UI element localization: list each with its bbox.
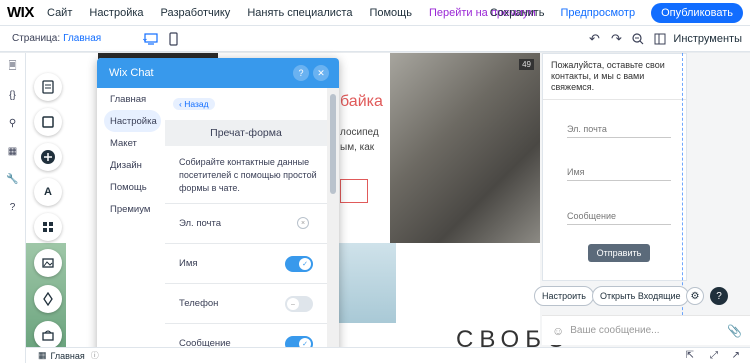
field-label-name: Имя [179, 258, 198, 269]
wix-chat-panel: Wix Chat ? ✕ Главная Настройка Макет Диз… [97, 58, 339, 358]
close-icon[interactable]: ✕ [313, 65, 329, 81]
tools-icon[interactable] [649, 29, 671, 49]
field-label-phone: Телефон [179, 298, 219, 309]
page-selector-value[interactable]: Главная [63, 33, 101, 44]
chat-widget-preview: Пожалуйста, оставьте свои контакты, и мы… [542, 53, 687, 281]
menu-item-premium[interactable]: Премиум [97, 198, 165, 220]
zoom-icon[interactable] [627, 29, 649, 49]
info-icon[interactable]: ⓘ [91, 350, 99, 361]
nav-hire[interactable]: Нанять специалиста [247, 7, 352, 19]
attach-icon[interactable]: 📎 [727, 324, 742, 338]
lock-icon: × [297, 217, 309, 229]
bottom-bar: ▦ Главная ⓘ ⇱ ⤢ ↗ [26, 347, 750, 363]
widget-name-field[interactable]: Имя [567, 167, 671, 181]
redo-icon[interactable]: ↷ [605, 29, 627, 49]
field-label-email: Эл. почта [179, 218, 222, 229]
help-icon[interactable]: ? [0, 193, 25, 221]
section-description: Собирайте контактные данные посетителей … [179, 157, 317, 193]
save-button[interactable]: Сохранить [490, 7, 545, 19]
message-bar: ☺ Ваше сообщение... 📎 [542, 315, 750, 345]
nav-site[interactable]: Сайт [47, 7, 72, 19]
store-icon[interactable] [34, 321, 62, 349]
site-button-outline [340, 179, 368, 203]
field-row-name: Имя ✓ [165, 243, 327, 283]
blog-icon[interactable] [34, 285, 62, 313]
emoji-icon[interactable]: ☺ [552, 324, 564, 338]
toolbar-right: ↶ ↷ Инструменты [583, 26, 750, 52]
message-input[interactable]: Ваше сообщение... [570, 325, 659, 336]
site-paragraph: лосипед ым, как [340, 127, 379, 153]
page-icon: ▦ [38, 350, 47, 360]
photo-badge: 49 [519, 59, 534, 70]
device-switcher [140, 30, 184, 48]
section-title: Пречат-форма [165, 120, 327, 146]
widget-email-field[interactable]: Эл. почта [567, 124, 671, 138]
panel-menu: Главная Настройка Макет Дизайн Помощь Пр… [97, 88, 165, 358]
toggle-phone[interactable]: – [285, 296, 313, 312]
top-actions: Сохранить Предпросмотр Опубликовать [490, 0, 750, 26]
mobile-icon[interactable] [162, 30, 184, 48]
cyclists-photo: 49 [390, 53, 540, 243]
database-icon[interactable]: ▦ [0, 137, 25, 165]
preview-button[interactable]: Предпросмотр [560, 7, 635, 19]
widget-message-field[interactable]: Сообщение [567, 211, 671, 225]
main-nav: Сайт Настройка Разработчику Нанять специ… [47, 7, 553, 19]
add-icon[interactable] [34, 143, 62, 171]
pages-icon[interactable]: 🗏 [0, 53, 25, 81]
check-icon: ✓ [299, 258, 311, 270]
field-row-email: Эл. почта × [165, 203, 327, 243]
app-market-icon[interactable] [34, 213, 62, 241]
nav-help[interactable]: Помощь [369, 7, 412, 19]
code-icon[interactable]: {} [0, 81, 25, 109]
back-button[interactable]: ‹ Назад [173, 98, 215, 110]
add-panel-bar: A [26, 53, 72, 363]
theme-icon[interactable]: A [34, 178, 62, 206]
menu-item-design[interactable]: Дизайн [97, 154, 165, 176]
chat-widget-intro: Пожалуйста, оставьте свои контакты, и мы… [543, 54, 686, 100]
nav-settings[interactable]: Настройка [89, 7, 143, 19]
widget-send-button[interactable]: Отправить [588, 244, 650, 262]
desktop-icon[interactable] [140, 30, 162, 48]
panel-header: Wix Chat ? ✕ [97, 58, 339, 88]
open-inbox-button[interactable]: Открыть Входящие [592, 286, 689, 306]
search-icon[interactable]: ⚲ [0, 109, 25, 137]
menu-item-settings[interactable]: Настройка [104, 110, 161, 132]
page-selector-label: Страница: [12, 33, 61, 44]
menu-item-main[interactable]: Главная [97, 88, 165, 110]
back-label: Назад [184, 99, 209, 109]
menu-item-help[interactable]: Помощь [97, 176, 165, 198]
bottom-page-name[interactable]: Главная [51, 351, 85, 361]
sea-image [336, 243, 396, 323]
tools-button[interactable]: Инструменты [673, 33, 742, 45]
publish-button[interactable]: Опубликовать [651, 3, 743, 23]
site-heading: байка [340, 93, 383, 110]
help-circle-icon[interactable]: ? [710, 287, 728, 305]
media-icon[interactable] [34, 249, 62, 277]
editor-toolbar: Страница: Главная ⌄ ↶ ↷ Инструменты [0, 26, 750, 52]
expand-icon[interactable]: ⤢ [710, 350, 718, 361]
toggle-name[interactable]: ✓ [285, 256, 313, 272]
nav-developer[interactable]: Разработчику [161, 7, 231, 19]
undo-icon[interactable]: ↶ [583, 29, 605, 49]
top-bar: WIX Сайт Настройка Разработчику Нанять с… [0, 0, 750, 26]
dash-icon: – [287, 298, 299, 310]
panel-help-icon[interactable]: ? [293, 65, 309, 81]
wrench-icon[interactable]: 🔧 [0, 165, 25, 193]
scrollbar-thumb[interactable] [330, 94, 336, 194]
background-icon[interactable] [34, 108, 62, 136]
chat-settings-icon[interactable]: ⚙ [686, 287, 704, 305]
customize-button[interactable]: Настроить [534, 286, 594, 306]
field-row-phone: Телефон – [165, 283, 327, 323]
panel-content: ‹ Назад Пречат-форма Собирайте контактны… [165, 88, 339, 358]
menus-pages-icon[interactable] [34, 73, 62, 101]
menu-item-layout[interactable]: Макет [97, 132, 165, 154]
fullscreen-icon[interactable]: ↗ [732, 350, 740, 361]
panel-scrollbar[interactable] [327, 88, 339, 358]
resize-icon[interactable]: ⇱ [686, 350, 694, 361]
wix-logo[interactable]: WIX [7, 4, 47, 21]
left-rail: 🗏 {} ⚲ ▦ 🔧 ? [0, 53, 26, 363]
panel-title: Wix Chat [109, 67, 154, 79]
